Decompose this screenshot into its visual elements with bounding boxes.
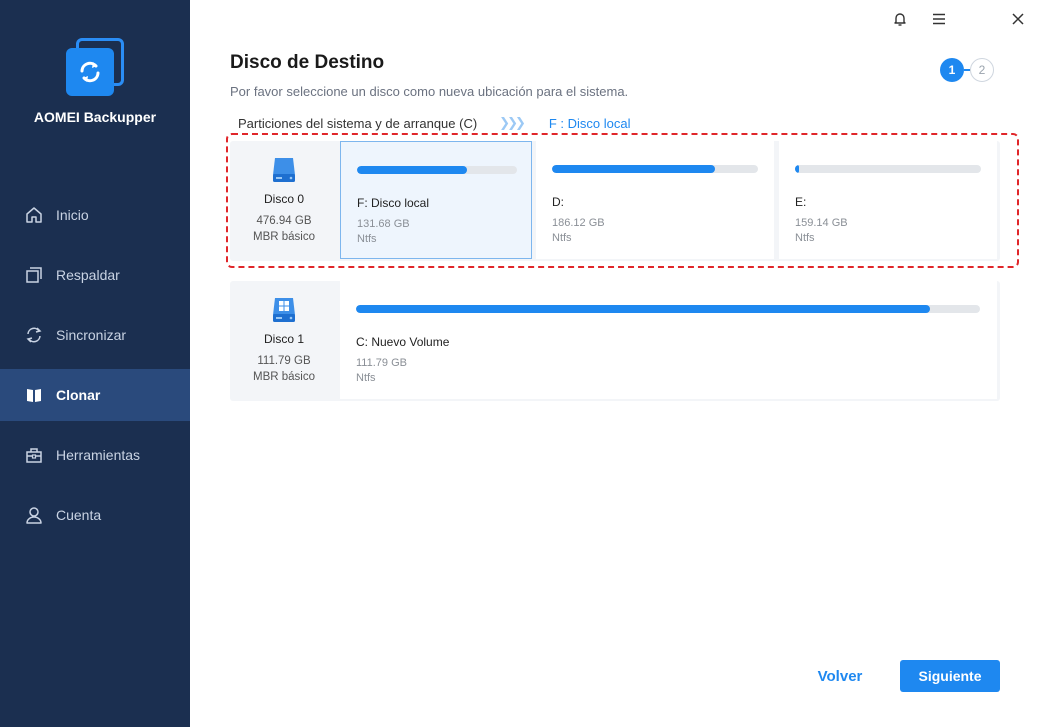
usage-bar-fill [357, 166, 468, 174]
sidebar-item-label: Inicio [56, 207, 89, 223]
partition-c[interactable]: C: Nuevo Volume 111.79 GB Ntfs [340, 281, 997, 399]
usage-bar-fill [552, 165, 715, 173]
breadcrumb-arrows-icon: ❯❯❯ [499, 115, 526, 130]
partition-size: 159.14 GB [795, 217, 848, 229]
menu-icon[interactable] [928, 8, 950, 30]
sidebar-item-herramientas[interactable]: Herramientas [0, 429, 190, 481]
disk-info: Disco 0 476.94 GB MBR básico [230, 141, 338, 261]
usage-bar-fill [356, 305, 931, 313]
sync-icon [26, 327, 42, 343]
app-name: AOMEI Backupper [33, 109, 157, 125]
disk-row-0[interactable]: Disco 0 476.94 GB MBR básico F: Disco lo… [230, 141, 1000, 261]
sidebar-nav: Inicio Respaldar Sincronizar Clonar Herr… [0, 189, 190, 549]
partition-f[interactable]: F: Disco local 131.68 GB Ntfs [340, 141, 532, 259]
windows-disk-icon [273, 298, 295, 322]
back-button[interactable]: Volver [808, 660, 872, 692]
partition-size: 111.79 GB [356, 357, 407, 369]
step-1: 1 [940, 58, 964, 82]
partition-filesystem: Ntfs [357, 233, 377, 245]
partition-name: C: Nuevo Volume [356, 335, 450, 349]
step-indicator: 1 2 [940, 58, 994, 82]
sidebar-item-inicio[interactable]: Inicio [0, 189, 190, 241]
partition-size: 186.12 GB [552, 217, 605, 229]
usage-bar [795, 165, 981, 173]
sidebar: AOMEI Backupper Inicio Respaldar Sincron… [0, 0, 190, 727]
disk-name: Disco 1 [263, 332, 304, 346]
sidebar-item-clonar[interactable]: Clonar [0, 369, 190, 421]
toolbox-icon [26, 448, 42, 463]
close-icon[interactable] [1007, 8, 1029, 30]
disk-size: 476.94 GB [256, 215, 312, 227]
hard-disk-icon [273, 158, 295, 182]
sidebar-item-sincronizar[interactable]: Sincronizar [0, 309, 190, 361]
sidebar-item-label: Respaldar [56, 267, 120, 283]
partition-filesystem: Ntfs [552, 232, 572, 244]
partition-filesystem: Ntfs [356, 372, 376, 384]
partition-name: F: Disco local [357, 196, 430, 210]
usage-bar [357, 166, 517, 174]
sidebar-item-respaldar[interactable]: Respaldar [0, 249, 190, 301]
partition-d[interactable]: D: 186.12 GB Ntfs [536, 141, 774, 259]
sidebar-item-label: Clonar [56, 387, 101, 403]
sidebar-item-label: Herramientas [56, 447, 141, 463]
breadcrumb-source: Particiones del sistema y de arranque (C… [238, 115, 478, 131]
disk-info: Disco 1 111.79 GB MBR básico [230, 281, 338, 401]
disk-type: MBR básico [253, 371, 315, 383]
disk-name: Disco 0 [263, 192, 304, 206]
backup-icon [26, 267, 42, 283]
disk-row-1[interactable]: Disco 1 111.79 GB MBR básico C: Nuevo Vo… [230, 281, 1000, 401]
usage-bar [552, 165, 758, 173]
partition-e[interactable]: E: 159.14 GB Ntfs [779, 141, 997, 259]
user-icon [26, 507, 42, 524]
disk-type: MBR básico [253, 231, 315, 243]
breadcrumb: Particiones del sistema y de arranque (C… [238, 115, 631, 131]
clone-icon [27, 389, 41, 402]
notification-bell-icon[interactable] [889, 8, 911, 30]
next-button[interactable]: Siguiente [900, 660, 1000, 692]
usage-bar [356, 305, 980, 313]
partition-size: 131.68 GB [357, 218, 410, 230]
disk-size: 111.79 GB [257, 355, 311, 367]
step-2: 2 [970, 58, 994, 82]
home-icon [26, 207, 42, 223]
sidebar-item-cuenta[interactable]: Cuenta [0, 489, 190, 541]
partition-name: D: [552, 195, 564, 209]
breadcrumb-destination: F : Disco local [548, 115, 631, 131]
partition-name: E: [795, 195, 807, 209]
sync-arrows-icon [66, 48, 114, 96]
page-title: Disco de Destino [230, 52, 385, 73]
partition-filesystem: Ntfs [795, 232, 815, 244]
usage-bar-fill [795, 165, 799, 173]
app-logo [64, 38, 126, 100]
sidebar-item-label: Sincronizar [56, 327, 127, 343]
page-subtitle: Por favor seleccione un disco como nueva… [230, 84, 629, 99]
sidebar-item-label: Cuenta [56, 507, 102, 523]
